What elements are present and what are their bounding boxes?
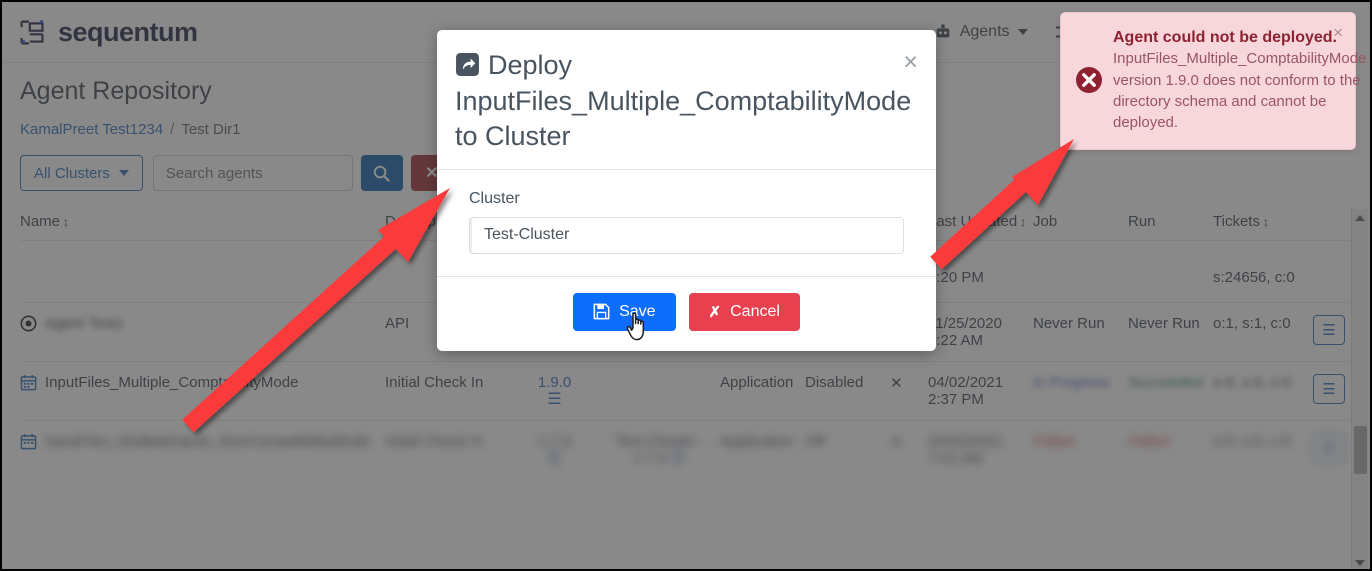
close-icon: × bbox=[1333, 23, 1343, 42]
error-circle-icon bbox=[1075, 66, 1103, 94]
floppy-disk-icon bbox=[593, 303, 610, 320]
modal-close-button[interactable]: × bbox=[903, 50, 918, 75]
toast-title: Agent could not be deployed. bbox=[1113, 27, 1366, 48]
x-icon: ✗ bbox=[709, 303, 722, 321]
mouse-cursor-pointer bbox=[624, 307, 654, 345]
modal-title: Deploy InputFiles_Multiple_ComptabilityM… bbox=[455, 48, 916, 155]
cancel-button-label: Cancel bbox=[730, 303, 780, 321]
deploy-icon bbox=[455, 52, 480, 77]
toast-close-button[interactable]: × bbox=[1333, 24, 1343, 41]
modal-title-prefix: Deploy bbox=[488, 50, 572, 80]
cluster-input[interactable]: Test-Cluster bbox=[469, 217, 904, 254]
error-toast[interactable]: Agent could not be deployed. InputFiles_… bbox=[1060, 12, 1356, 150]
deploy-modal: Deploy InputFiles_Multiple_ComptabilityM… bbox=[437, 30, 936, 351]
close-icon: × bbox=[903, 48, 918, 76]
modal-body: Cluster Test-Cluster bbox=[437, 169, 936, 276]
cancel-button[interactable]: ✗ Cancel bbox=[689, 293, 800, 331]
modal-header: Deploy InputFiles_Multiple_ComptabilityM… bbox=[437, 30, 936, 169]
toast-body: Agent could not be deployed. InputFiles_… bbox=[1113, 27, 1366, 133]
cluster-input-value: Test-Cluster bbox=[484, 226, 569, 244]
app-window: sequentum Agents bbox=[0, 0, 1372, 571]
toast-message: InputFiles_Multiple_ComptabilityMode ver… bbox=[1113, 48, 1366, 133]
modal-title-rest: InputFiles_Multiple_ComptabilityMode to … bbox=[455, 86, 911, 152]
cluster-field-label: Cluster bbox=[469, 190, 904, 208]
modal-footer: Save ✗ Cancel bbox=[437, 276, 936, 351]
